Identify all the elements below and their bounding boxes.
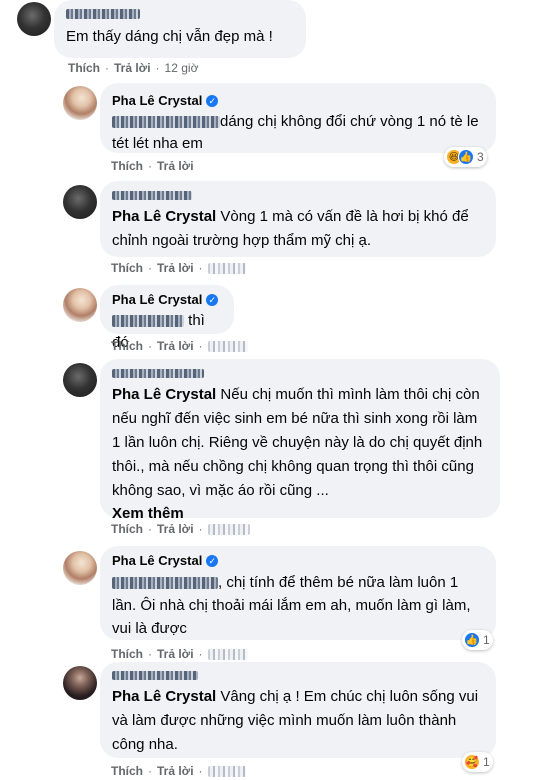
- blurred-timestamp: [207, 262, 246, 274]
- care-reaction-icon: 🥰: [464, 754, 480, 770]
- like-button[interactable]: Thích: [111, 158, 143, 174]
- blurred-mention[interactable]: [112, 577, 218, 590]
- reply-button[interactable]: Trả lời: [157, 158, 194, 174]
- mention-link[interactable]: Pha Lê Crystal: [112, 688, 216, 705]
- like-button[interactable]: Thích: [111, 260, 143, 276]
- comment-timestamp[interactable]: 12 giờ: [165, 60, 199, 76]
- comment-bubble: Pha Lê Crystal ✓ thì đó: [100, 285, 234, 351]
- separator: ·: [148, 159, 152, 173]
- comment-text: Pha Lê Crystal Vâng chị ạ ! Em chúc chị …: [112, 688, 479, 753]
- separator: ·: [198, 339, 203, 353]
- comment-text: dáng chị không đổi chứ vòng 1 nó tè le t…: [112, 113, 479, 152]
- comment-author[interactable]: [112, 363, 488, 383]
- comment-author[interactable]: [66, 4, 294, 24]
- separator: ·: [148, 647, 152, 661]
- comment-bubble: Em thấy dáng chị vẫn đẹp mà !: [54, 0, 306, 58]
- comment-text: Pha Lê Crystal Nếu chị muốn thì mình làm…: [112, 386, 483, 499]
- comment-author[interactable]: [112, 185, 484, 205]
- commenter-avatar[interactable]: [63, 86, 97, 120]
- comment-actions: Thích · Trả lời · 12 giờ: [68, 60, 198, 76]
- comment-actions: Thích · Trả lời ·: [111, 763, 246, 779]
- like-button[interactable]: Thích: [111, 763, 143, 779]
- like-button[interactable]: Thích: [111, 338, 143, 354]
- reaction-summary[interactable]: 😆 👍 3: [444, 147, 487, 167]
- separator: ·: [148, 339, 152, 353]
- comment-bubble: Pha Lê Crystal ✓ , chị tính để thêm bé n…: [100, 546, 496, 640]
- reply-button[interactable]: Trả lời: [157, 646, 194, 662]
- blurred-timestamp: [207, 765, 246, 777]
- separator: ·: [148, 261, 152, 275]
- blurred-mention[interactable]: [112, 315, 184, 328]
- commenter-avatar[interactable]: [17, 2, 51, 36]
- reply-button[interactable]: Trả lời: [157, 260, 194, 276]
- separator: ·: [155, 61, 160, 75]
- comment-text: , chị tính để thêm bé nữa làm luôn 1 lần…: [112, 574, 471, 637]
- comment-bubble: Pha Lê Crystal Vâng chị ạ ! Em chúc chị …: [100, 662, 496, 758]
- like-reaction-icon: 👍: [464, 632, 480, 648]
- reaction-summary[interactable]: 👍 1: [462, 630, 493, 650]
- verified-badge-icon: ✓: [206, 555, 219, 567]
- commenter-avatar[interactable]: [63, 185, 97, 219]
- separator: ·: [198, 764, 203, 778]
- comment-author[interactable]: Pha Lê Crystal: [112, 91, 202, 111]
- blurred-author-name: [66, 9, 140, 19]
- blurred-mention[interactable]: [112, 116, 220, 129]
- commenter-avatar[interactable]: [63, 288, 97, 322]
- separator: ·: [198, 261, 203, 275]
- verified-badge-icon: ✓: [206, 95, 219, 107]
- separator: ·: [105, 61, 109, 75]
- comment-actions: Thích · Trả lời: [111, 158, 194, 174]
- like-button[interactable]: Thích: [68, 60, 100, 76]
- comment-text: Em thấy dáng chị vẫn đẹp mà !: [66, 28, 273, 45]
- comment-text: Pha Lê Crystal Vòng 1 mà có vấn đề là hơ…: [112, 208, 469, 249]
- blurred-timestamp: [207, 340, 248, 352]
- blurred-author-name: [112, 190, 192, 200]
- comment-actions: Thích · Trả lời ·: [111, 260, 246, 276]
- comment-bubble: Pha Lê Crystal ✓ dáng chị không đổi chứ …: [100, 83, 496, 153]
- comment-actions: Thích · Trả lời ·: [111, 646, 248, 662]
- reply-button[interactable]: Trả lời: [157, 338, 194, 354]
- separator: ·: [148, 522, 152, 536]
- comment-bubble: Pha Lê Crystal Vòng 1 mà có vấn đề là hơ…: [100, 181, 496, 257]
- comment-author[interactable]: Pha Lê Crystal: [112, 290, 202, 310]
- blurred-timestamp: [207, 648, 248, 660]
- separator: ·: [198, 647, 203, 661]
- like-reaction-icon: 👍: [458, 149, 474, 165]
- blurred-author-name: [112, 368, 204, 378]
- verified-badge-icon: ✓: [206, 294, 219, 306]
- mention-link[interactable]: Pha Lê Crystal: [112, 208, 216, 225]
- reaction-summary[interactable]: 🥰 1: [462, 752, 493, 772]
- separator: ·: [148, 764, 152, 778]
- comment-actions: Thích · Trả lời ·: [111, 521, 250, 537]
- like-button[interactable]: Thích: [111, 521, 143, 537]
- mention-link[interactable]: Pha Lê Crystal: [112, 386, 216, 403]
- separator: ·: [198, 522, 203, 536]
- reply-button[interactable]: Trả lời: [157, 763, 194, 779]
- reaction-count: 1: [483, 755, 490, 769]
- reply-button[interactable]: Trả lời: [157, 521, 194, 537]
- reply-button[interactable]: Trả lời: [114, 60, 151, 76]
- comment-actions: Thích · Trả lời ·: [111, 338, 248, 354]
- blurred-timestamp: [207, 523, 250, 535]
- blurred-author-name: [112, 670, 198, 680]
- commenter-avatar[interactable]: [63, 551, 97, 585]
- comment-bubble: Pha Lê Crystal Nếu chị muốn thì mình làm…: [100, 359, 500, 522]
- commenter-avatar[interactable]: [63, 666, 97, 700]
- reaction-count: 3: [477, 150, 484, 164]
- commenter-avatar[interactable]: [63, 363, 97, 397]
- comment-author[interactable]: Pha Lê Crystal: [112, 551, 202, 571]
- comment-author[interactable]: [112, 665, 484, 685]
- reaction-count: 1: [483, 633, 490, 647]
- like-button[interactable]: Thích: [111, 646, 143, 662]
